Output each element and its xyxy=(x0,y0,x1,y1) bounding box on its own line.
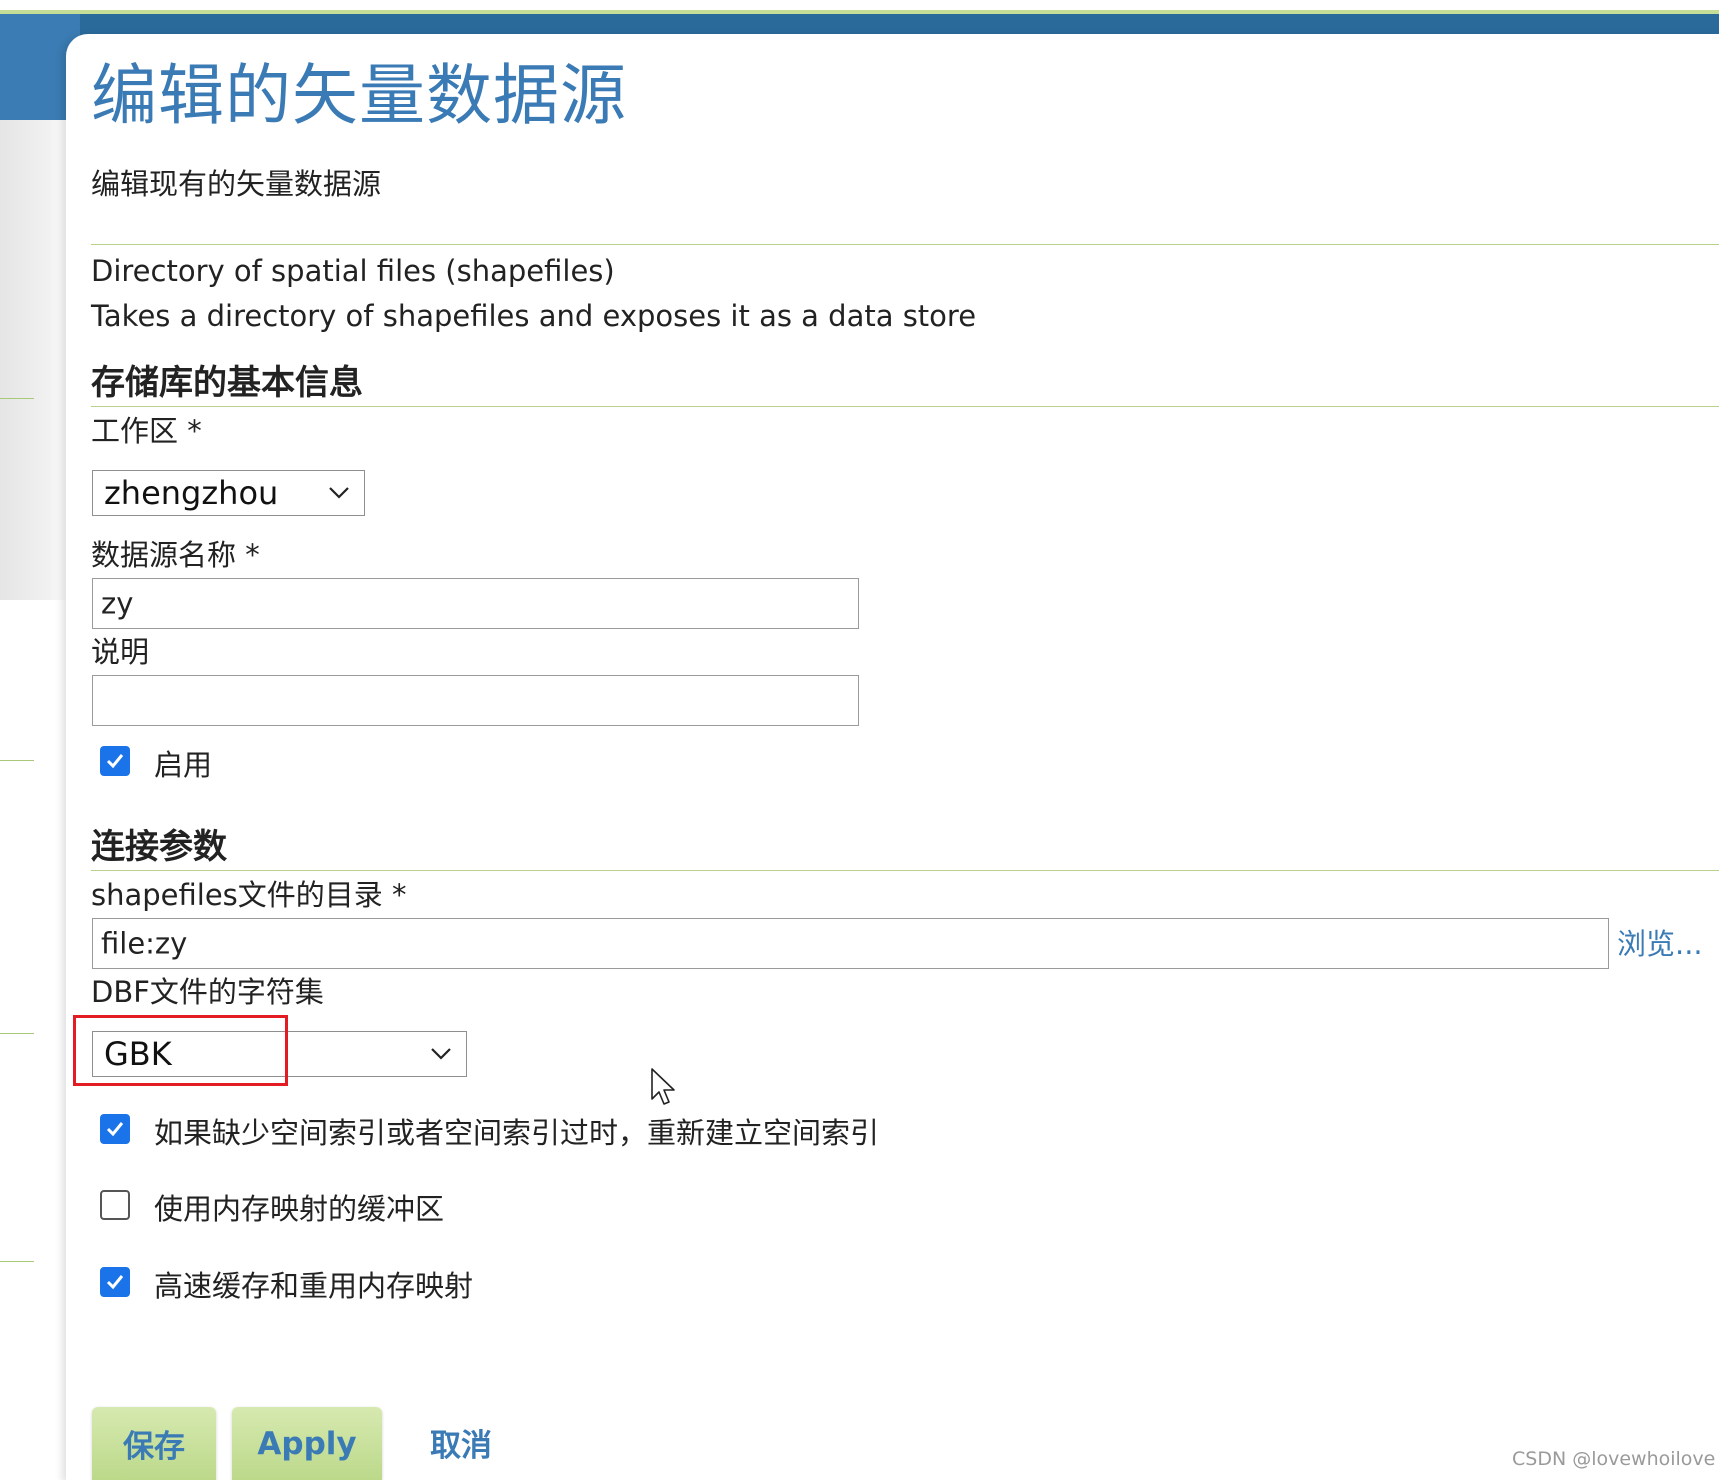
mouse-cursor-icon xyxy=(651,1068,675,1105)
check-icon xyxy=(106,1275,124,1290)
chevron-down-icon xyxy=(431,1048,451,1060)
store-description-input[interactable] xyxy=(92,675,859,726)
section-divider xyxy=(91,406,1719,407)
memory-mapped-buffer-label: 使用内存映射的缓冲区 xyxy=(154,1192,445,1226)
workspace-select[interactable]: zhengzhou xyxy=(92,470,365,516)
store-name-value: zy xyxy=(101,585,134,620)
store-description-label: 说明 xyxy=(91,635,150,669)
watermark: CSDN @lovewhoilove xyxy=(1512,1448,1716,1470)
content-panel xyxy=(66,34,1719,1480)
store-name-label: 数据源名称 * xyxy=(91,538,260,572)
store-type-name: Directory of spatial files (shapefiles) xyxy=(91,254,615,288)
page-description: 编辑现有的矢量数据源 xyxy=(91,167,382,201)
apply-button[interactable]: Apply xyxy=(232,1407,382,1480)
sidebar-divider xyxy=(0,1261,34,1262)
directory-label: shapefiles文件的目录 * xyxy=(91,878,407,912)
page-title: 编辑的矢量数据源 xyxy=(91,57,627,134)
left-sidebar-fade xyxy=(0,600,70,1480)
rebuild-index-label: 如果缺少空间索引或者空间索引过时，重新建立空间索引 xyxy=(154,1116,880,1150)
cache-memory-maps-label: 高速缓存和重用内存映射 xyxy=(154,1269,474,1303)
rebuild-index-checkbox[interactable] xyxy=(100,1114,130,1144)
section-divider xyxy=(91,870,1719,871)
browse-link[interactable]: 浏览... xyxy=(1617,924,1703,964)
header-band xyxy=(0,14,1719,36)
sidebar-divider xyxy=(0,1033,34,1034)
charset-highlight-box xyxy=(73,1015,288,1086)
cache-memory-maps-checkbox[interactable] xyxy=(100,1267,130,1297)
charset-label: DBF文件的字符集 xyxy=(91,975,324,1009)
check-icon xyxy=(106,754,124,769)
store-type-description: Takes a directory of shapefiles and expo… xyxy=(91,299,977,333)
chevron-down-icon xyxy=(329,487,349,499)
save-button[interactable]: 保存 xyxy=(92,1407,216,1480)
memory-mapped-buffer-checkbox[interactable] xyxy=(100,1190,130,1220)
basic-info-heading: 存储库的基本信息 xyxy=(91,363,363,403)
sidebar-divider xyxy=(0,398,34,399)
enabled-label: 启用 xyxy=(154,748,213,782)
store-name-input[interactable]: zy xyxy=(92,578,859,629)
enabled-checkbox[interactable] xyxy=(100,746,130,776)
section-divider xyxy=(91,244,1719,245)
directory-value: file:zy xyxy=(101,925,188,960)
cancel-link[interactable]: 取消 xyxy=(430,1426,492,1466)
workspace-value: zhengzhou xyxy=(104,474,279,512)
directory-input[interactable]: file:zy xyxy=(92,918,1609,969)
workspace-label: 工作区 * xyxy=(91,414,202,448)
connection-heading: 连接参数 xyxy=(91,827,227,867)
sidebar-divider xyxy=(0,760,34,761)
check-icon xyxy=(106,1122,124,1137)
